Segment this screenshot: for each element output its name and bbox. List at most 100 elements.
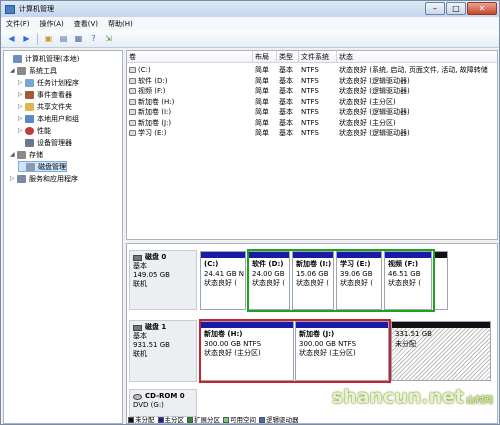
back-icon[interactable]: ◀ xyxy=(5,32,18,45)
app-icon xyxy=(5,4,15,14)
chevron-down-icon[interactable]: ◢ xyxy=(10,151,17,158)
title-bar: 计算机管理 – □ ✕ xyxy=(1,1,499,17)
chevron-right-icon[interactable]: ▷ xyxy=(18,127,25,134)
chevron-right-icon[interactable]: ▷ xyxy=(10,175,17,182)
tools-icon xyxy=(17,66,26,75)
table-row[interactable]: 视频 (F:) 简单 基本 NTFS 状态良好 (逻辑驱动器) xyxy=(127,86,497,97)
cell-text: 状态良好 (逻辑驱动器) xyxy=(339,129,410,137)
legend-label: 未分配 xyxy=(135,415,155,424)
menu-action[interactable]: 操作(A) xyxy=(35,19,69,29)
cell-text: 状态良好 (系统, 启动, 页面文件, 活动, 故障转储 xyxy=(339,66,488,74)
column-volume[interactable]: 卷 xyxy=(127,51,253,62)
partition-size: 331.51 GB xyxy=(395,330,432,338)
column-layout[interactable]: 布局 xyxy=(253,51,277,62)
column-filesystem[interactable]: 文件系统 xyxy=(299,51,337,62)
tree-item-performance[interactable]: ▷ 性能 xyxy=(18,125,51,136)
up-folder-icon[interactable]: ▣ xyxy=(42,32,55,45)
disk-icon xyxy=(133,324,142,331)
cell-layout: 简单 xyxy=(253,76,277,87)
column-type[interactable]: 类型 xyxy=(277,51,299,62)
cell-text: 学习 (E:) xyxy=(138,129,167,137)
tree-item-event-viewer[interactable]: ▷ 事件查看器 xyxy=(18,89,72,100)
cell-text: 新加卷 (I:) xyxy=(138,108,172,116)
cell-text: 基本 xyxy=(279,129,293,137)
event-icon xyxy=(25,90,34,99)
close-button[interactable]: ✕ xyxy=(467,2,497,15)
menu-help[interactable]: 帮助(H) xyxy=(103,19,138,29)
disk-1-header[interactable]: 磁盘 1 基本 931.51 GB 联机 xyxy=(129,320,197,382)
properties-icon[interactable]: ▦ xyxy=(72,32,85,45)
cell-text: 新加卷 (J:) xyxy=(138,118,172,127)
computer-management-window: 计算机管理 – □ ✕ 文件(F) 操作(A) 查看(V) 帮助(H) ◀ ▶ … xyxy=(0,0,500,425)
volume-list: 卷 布局 类型 文件系统 状态 (C:) 简单 基本 NTFS 状态良好 (系统, 启动… xyxy=(126,50,498,240)
table-row[interactable]: (C:) 简单 基本 NTFS 状态良好 (系统, 启动, 页面文件, 活动, 故障转储 xyxy=(127,65,497,76)
minimize-button[interactable]: – xyxy=(425,2,445,15)
cell-text: NTFS xyxy=(301,118,319,127)
cell-layout: 简单 xyxy=(253,128,277,139)
cell-fs: NTFS xyxy=(299,97,337,108)
tree-item-services[interactable]: ▷ 服务和应用程序 xyxy=(10,173,78,184)
export-icon[interactable]: ⇲ xyxy=(102,32,115,45)
help-icon[interactable]: ? xyxy=(87,32,100,45)
legend-swatch xyxy=(259,416,265,423)
cell-name: 新加卷 (I:) xyxy=(127,107,253,118)
legend: 未分配 主分区 扩展分区 可用空间 逻辑驱动器 xyxy=(128,413,498,424)
legend-item: 未分配 xyxy=(128,414,155,424)
column-status[interactable]: 状态 xyxy=(337,51,497,62)
partition-size: 24.41 GB N xyxy=(204,269,244,278)
tree-item-shared-folders[interactable]: ▷ 共享文件夹 xyxy=(18,101,72,112)
cell-text: NTFS xyxy=(301,97,319,106)
menu-view[interactable]: 查看(V) xyxy=(69,19,103,29)
tree-item-local-users[interactable]: ▷ 本地用户和组 xyxy=(18,113,79,124)
partition-0-free[interactable] xyxy=(434,251,448,310)
chevron-right-icon[interactable]: ▷ xyxy=(18,103,25,110)
menu-file[interactable]: 文件(F) xyxy=(1,19,35,29)
cell-status: 状态良好 (主分区) xyxy=(337,97,497,108)
show-hide-tree-icon[interactable]: ▤ xyxy=(57,32,70,45)
cell-type: 基本 xyxy=(277,76,299,87)
table-row[interactable]: 新加卷 (H:) 简单 基本 NTFS 状态良好 (主分区) xyxy=(127,97,497,108)
chevron-right-icon[interactable]: ▷ xyxy=(18,115,25,122)
tree-item-root[interactable]: 计算机管理(本地) xyxy=(6,53,79,64)
chevron-right-icon[interactable]: ▷ xyxy=(18,91,25,98)
cell-text: 状态良好 (主分区) xyxy=(339,118,396,127)
maximize-button[interactable]: □ xyxy=(446,2,466,15)
window-title: 计算机管理 xyxy=(19,5,54,13)
tree-item-task-scheduler[interactable]: ▷ 任务计划程序 xyxy=(18,77,79,88)
legend-swatch xyxy=(187,416,193,423)
chevron-right-icon[interactable]: ▷ xyxy=(18,79,25,86)
tree-item-disk-management[interactable]: 磁盘管理 xyxy=(18,161,67,172)
partition-1-2[interactable]: 331.51 GB 未分配 xyxy=(391,321,491,381)
cell-layout: 简单 xyxy=(253,107,277,118)
disk-0-header[interactable]: 磁盘 0 基本 149.05 GB 联机 xyxy=(129,250,197,310)
legend-label: 主分区 xyxy=(164,415,185,424)
tree-item-device-manager[interactable]: 设备管理器 xyxy=(18,137,72,148)
volume-icon xyxy=(129,98,136,105)
cell-text: NTFS xyxy=(301,87,319,95)
partition-0-0[interactable]: (C:) 24.41 GB N 状态良好 ( xyxy=(200,251,246,310)
tree-item-system-tools[interactable]: ◢ 系统工具 xyxy=(10,65,57,76)
cell-text: 简单 xyxy=(255,118,269,127)
table-row[interactable]: 新加卷 (J:) 简单 基本 NTFS 状态良好 (主分区) xyxy=(127,118,497,129)
legend-swatch xyxy=(157,416,164,423)
table-row[interactable]: 新加卷 (I:) 简单 基本 NTFS 状态良好 (逻辑驱动器) xyxy=(127,107,497,118)
partition-type-band xyxy=(392,322,490,328)
cell-type: 基本 xyxy=(277,97,299,108)
chevron-down-icon[interactable]: ◢ xyxy=(10,67,17,74)
cell-name: 视频 (F:) xyxy=(127,86,253,97)
legend-item: 可用空间 xyxy=(223,414,256,424)
computer-icon xyxy=(13,54,22,63)
volume-list-header: 卷 布局 类型 文件系统 状态 xyxy=(127,51,497,63)
cell-text: 新加卷 (H:) xyxy=(138,97,175,106)
storage-icon xyxy=(17,150,26,159)
cell-status: 状态良好 (逻辑驱动器) xyxy=(337,86,497,97)
forward-icon[interactable]: ▶ xyxy=(20,32,33,45)
table-row[interactable]: 学习 (E:) 简单 基本 NTFS 状态良好 (逻辑驱动器) xyxy=(127,128,497,139)
cell-fs: NTFS xyxy=(299,76,337,87)
table-row[interactable]: 软件 (D:) 简单 基本 NTFS 状态良好 (逻辑驱动器) xyxy=(127,76,497,87)
cell-text: 视频 (F:) xyxy=(138,87,166,95)
cell-text: 状态良好 (逻辑驱动器) xyxy=(339,108,410,116)
clock-icon xyxy=(25,78,34,87)
tree-item-storage[interactable]: ◢ 存储 xyxy=(10,149,43,160)
logical-drives-highlight xyxy=(247,249,435,312)
